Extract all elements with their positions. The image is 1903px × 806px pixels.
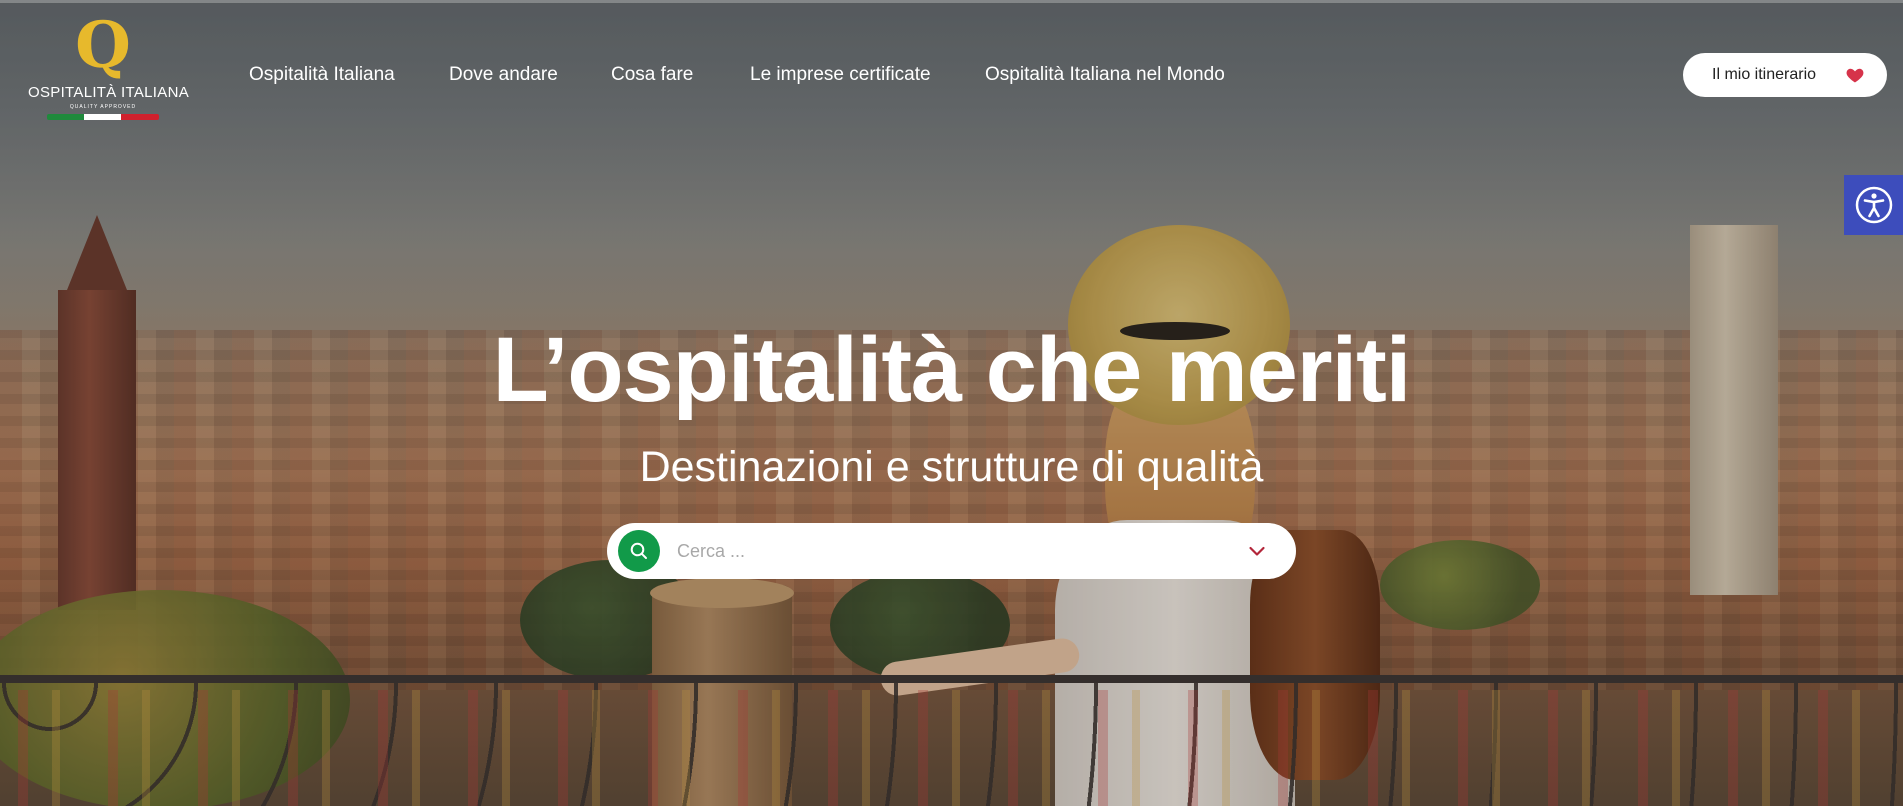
accessibility-icon [1855,186,1892,224]
nav-item-cosa-fare[interactable]: Cosa fare [611,64,693,86]
heart-icon [1846,68,1864,83]
hero-section: Q OSPITALITÀ ITALIANA QUALITY APPROVED O… [0,0,1903,806]
nav-item-ospitalita-nel-mondo[interactable]: Ospitalità Italiana nel Mondo [985,64,1225,86]
accessibility-button[interactable] [1844,175,1903,235]
site-logo[interactable]: Q OSPITALITÀ ITALIANA QUALITY APPROVED [28,8,190,124]
logo-name: OSPITALITÀ ITALIANA [28,84,190,101]
nav-item-dove-andare[interactable]: Dove andare [449,64,558,86]
logo-q-mark: Q [75,8,131,83]
search-input[interactable] [675,535,1195,567]
my-itinerary-button[interactable]: Il mio itinerario [1683,53,1887,97]
hero-subtitle: Destinazioni e strutture di qualità [639,443,1264,491]
my-itinerary-label: Il mio itinerario [1712,66,1817,83]
search-icon [630,542,647,559]
chevron-down-icon[interactable] [1247,541,1267,561]
search-button[interactable] [618,530,660,572]
hero-title: L’ospitalità che meriti [492,319,1412,421]
logo-tagline: QUALITY APPROVED [69,104,137,110]
nav-item-ospitalita-italiana[interactable]: Ospitalità Italiana [249,64,395,86]
nav-item-imprese-certificate[interactable]: Le imprese certificate [750,64,931,86]
search-bar [607,523,1296,579]
logo-flag-stripe [47,114,159,120]
